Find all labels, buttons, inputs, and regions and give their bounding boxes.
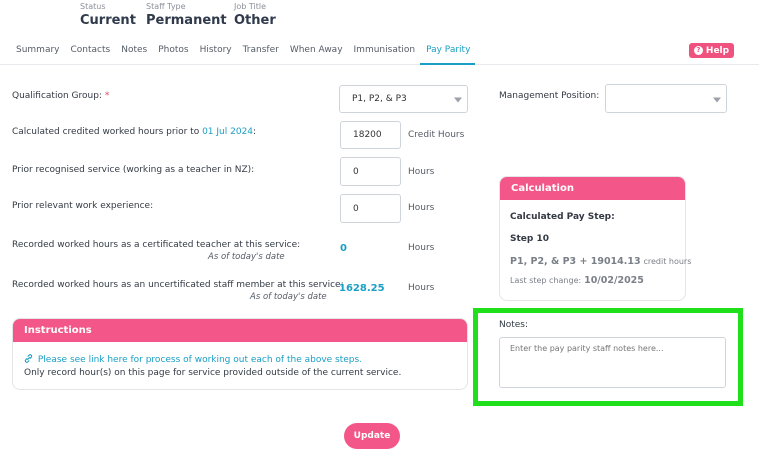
last-step-change: Last step change: 10/02/2025 — [510, 275, 644, 286]
chevron-down-icon — [454, 97, 462, 103]
help-label: Help — [705, 45, 730, 56]
cert-hours-label: Recorded worked hours as a certificated … — [12, 240, 301, 250]
pay-step-value: Step 10 — [510, 234, 549, 244]
qualification-group-value: P1, P2, & P3 — [352, 94, 407, 104]
tab-summary[interactable]: Summary — [10, 41, 65, 65]
uncert-hours-label: Recorded worked hours as an uncertificat… — [12, 280, 344, 290]
prior-service-unit: Hours — [408, 167, 435, 177]
staff-type-field: Staff Type Permanent — [146, 2, 227, 29]
credited-hours-label-text: Calculated credited worked hours prior t… — [12, 127, 200, 137]
notes-label: Notes: — [499, 320, 529, 330]
qualification-group-label-text: Qualification Group: — [12, 91, 102, 101]
cert-hours-unit: Hours — [408, 243, 435, 253]
staff-type-label: Staff Type — [146, 2, 186, 11]
notes-textarea[interactable] — [499, 337, 726, 388]
status-value: Current — [80, 13, 136, 28]
prior-experience-unit: Hours — [408, 203, 435, 213]
calculation-title: Calculation — [500, 177, 685, 200]
job-title-field: Job Title Other — [234, 2, 276, 29]
update-button[interactable]: Update — [344, 423, 400, 449]
uncert-hours-sub: As of today's date — [250, 292, 327, 302]
credited-hours-unit: Credit Hours — [408, 130, 465, 140]
last-step-change-label: Last step change: — [510, 276, 582, 285]
instructions-link[interactable]: Please see link here for process of work… — [24, 354, 362, 365]
tab-notes[interactable]: Notes — [115, 41, 152, 65]
job-title-label: Job Title — [234, 2, 267, 11]
cert-hours-sub: As of today's date — [208, 252, 285, 262]
tab-history[interactable]: History — [194, 41, 237, 65]
tab-bar: Summary Contacts Notes Photos History Tr… — [10, 41, 476, 65]
credited-hours-label-suffix: : — [253, 127, 257, 137]
instructions-title: Instructions — [13, 319, 467, 342]
tab-photos[interactable]: Photos — [152, 41, 193, 65]
prior-service-label: Prior recognised service (working as a t… — [12, 165, 255, 175]
qualification-group-label: Qualification Group: * — [12, 91, 109, 101]
pay-step-detail-value: P1, P2, & P3 + 19014.13 — [510, 256, 641, 267]
tab-transfer[interactable]: Transfer — [237, 41, 284, 65]
credited-hours-label: Calculated credited worked hours prior t… — [12, 127, 256, 137]
tab-pay-parity[interactable]: Pay Parity — [420, 41, 476, 65]
credited-hours-input[interactable] — [340, 121, 401, 149]
job-title-value: Other — [234, 13, 276, 28]
tab-contacts[interactable]: Contacts — [65, 41, 116, 65]
cert-hours-value[interactable]: 0 — [340, 243, 347, 254]
management-position-select[interactable] — [605, 84, 727, 113]
prior-experience-label: Prior relevant work experience: — [12, 201, 154, 211]
management-position-label: Management Position: — [499, 91, 600, 101]
prior-service-input[interactable] — [340, 157, 401, 186]
prior-experience-input[interactable] — [340, 194, 401, 223]
uncert-hours-unit: Hours — [408, 283, 435, 293]
qualification-group-select[interactable]: P1, P2, & P3 — [339, 85, 468, 113]
status-label: Status — [80, 2, 106, 11]
tab-when-away[interactable]: When Away — [284, 41, 348, 65]
staff-type-value: Permanent — [146, 13, 227, 28]
question-circle-icon: ? — [693, 46, 703, 55]
pay-step-detail-unit: credit hours — [643, 257, 692, 266]
chevron-down-icon — [713, 97, 721, 102]
link-icon — [24, 354, 33, 363]
pay-step-label: Calculated Pay Step: — [510, 212, 615, 222]
status-field: Status Current — [80, 2, 136, 29]
tab-immunisation[interactable]: Immunisation — [348, 41, 421, 65]
required-marker: * — [104, 91, 110, 101]
last-step-change-value: 10/02/2025 — [584, 275, 644, 286]
uncert-hours-value[interactable]: 1628.25 — [339, 283, 385, 294]
help-button[interactable]: ? Help — [689, 43, 734, 58]
credited-hours-date: 01 Jul 2024 — [202, 127, 254, 137]
instructions-link-text: Please see link here for process of work… — [37, 355, 363, 365]
instructions-note: Only record hour(s) on this page for ser… — [24, 368, 402, 378]
pay-step-detail: P1, P2, & P3 + 19014.13 credit hours — [510, 256, 691, 267]
